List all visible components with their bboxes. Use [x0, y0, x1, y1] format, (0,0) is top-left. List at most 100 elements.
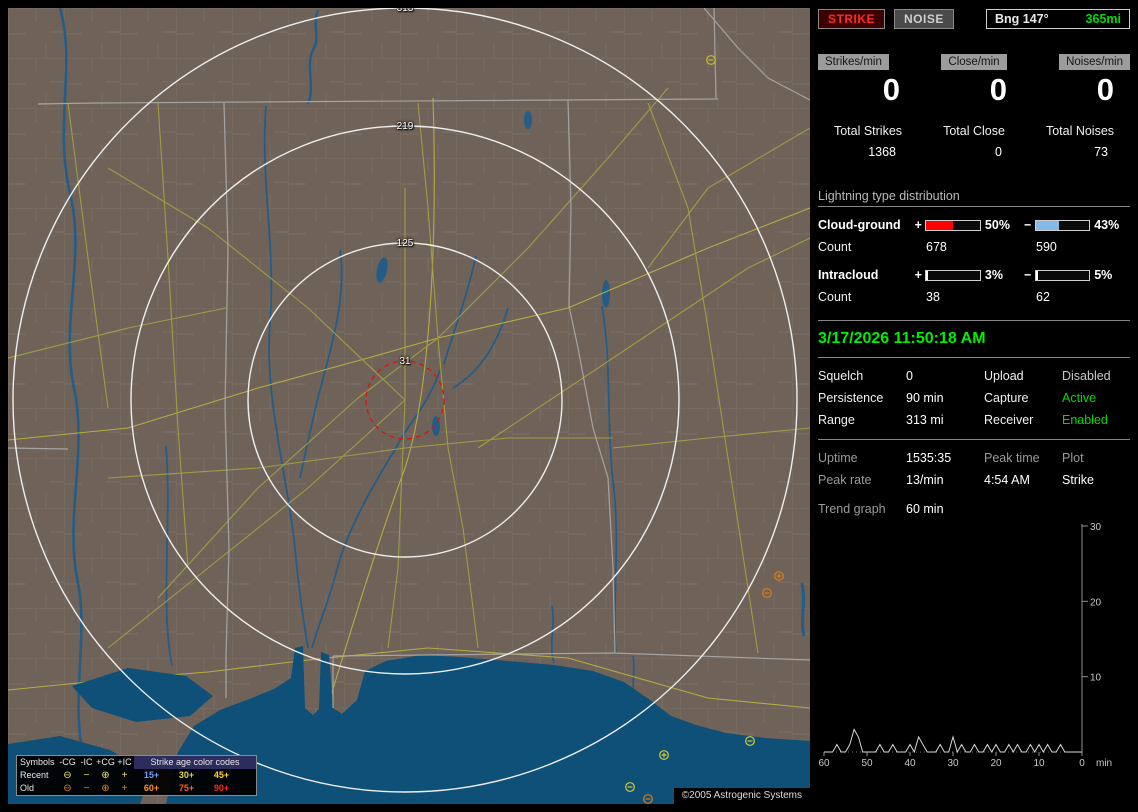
trend-graph: 60 50 40 30 20 10 0 min 30 20 10 [818, 522, 1112, 769]
upload-label: Upload [984, 369, 1024, 383]
age-code-15: 15+ [143, 770, 160, 780]
circle-plus-icon: ⊕ [101, 783, 110, 794]
peak-time-value: 4:54 AM [984, 473, 1030, 487]
x-tick-30: 30 [947, 758, 959, 769]
x-tick-60: 60 [818, 758, 830, 769]
uptime-label: Uptime [818, 451, 858, 465]
uptime-grid: Uptime 1535:35 Peak time Plot Peak rate … [818, 451, 1130, 487]
y-tick-30: 30 [1090, 522, 1102, 533]
copyright-text: ©2005 Astrogenic Systems [673, 788, 810, 804]
divider [818, 439, 1130, 440]
distribution-title: Lightning type distribution [818, 189, 1130, 207]
plus-sign: + [914, 268, 922, 282]
divider [818, 320, 1130, 321]
close-per-min-value: 0 [989, 72, 1007, 107]
total-strikes-value: 1368 [868, 145, 896, 159]
peak-rate-value: 13/min [906, 473, 944, 487]
strikes-per-min-button[interactable]: Strikes/min [818, 54, 889, 70]
plus-icon: + [121, 783, 128, 794]
x-tick-40: 40 [904, 758, 916, 769]
legend-col-ic-plus: +IC [117, 757, 132, 767]
range-label: Range [818, 413, 855, 427]
total-close-label: Total Close [943, 124, 1005, 138]
map-legend: Symbols -CG -IC +CG +IC Strike age color… [16, 755, 257, 796]
capture-status: Active [1062, 391, 1097, 405]
totals-row: Total Strikes 1368 Total Close 0 Total N… [818, 124, 1130, 159]
trend-graph-label: Trend graph [818, 502, 886, 516]
trend-graph-header: Trend graph 60 min [818, 502, 1130, 516]
minus-sign: − [1023, 268, 1032, 282]
peak-time-label: Peak time [984, 451, 1040, 465]
age-code-30: 30+ [178, 770, 195, 780]
total-strikes-label: Total Strikes [833, 124, 903, 138]
strikes-per-min-value: 0 [882, 72, 900, 107]
ring-label-31: 31 [399, 356, 411, 367]
legend-age-header: Strike age color codes [134, 756, 256, 769]
legend-col-ic-minus: -IC [80, 757, 93, 767]
bearing-value: Bng 147° [995, 12, 1049, 26]
total-close-value: 0 [995, 145, 1002, 159]
plus-sign: + [914, 218, 922, 232]
plot-label: Plot [1062, 451, 1084, 465]
cloud-ground-minus-pct: 43% [1094, 218, 1120, 232]
bearing-readout: Bng 147° 365mi [986, 9, 1130, 29]
persistence-label: Persistence [818, 391, 884, 405]
persistence-value: 90 min [906, 391, 944, 405]
age-code-60: 60+ [143, 783, 160, 793]
age-code-45: 45+ [213, 770, 230, 780]
strike-toggle-button[interactable]: STRIKE [818, 9, 886, 29]
receiver-label: Receiver [984, 413, 1034, 427]
cloud-ground-count-row: Count 678 590 [818, 240, 1130, 254]
cloud-ground-minus-bar [1034, 219, 1091, 231]
cloud-ground-plus-bar [925, 219, 981, 231]
noise-toggle-button[interactable]: NOISE [894, 9, 954, 29]
per-minute-counters: Strikes/min 0 Close/min 0 Noises/min 0 [818, 54, 1130, 108]
minus-icon: − [83, 770, 90, 781]
cloud-ground-minus-count: 590 [1036, 240, 1057, 254]
intracloud-row: Intracloud + 3% − 5% [818, 268, 1130, 282]
y-tick-10: 10 [1090, 673, 1102, 684]
capture-label: Capture [984, 391, 1029, 405]
x-tick-20: 20 [990, 758, 1002, 769]
circle-plus-icon: ⊕ [101, 770, 110, 781]
cloud-ground-plus-pct: 50% [984, 218, 1010, 232]
close-per-min-button[interactable]: Close/min [941, 54, 1007, 70]
status-panel: STRIKE NOISE Bng 147° 365mi Strikes/min … [818, 0, 1130, 812]
peak-rate-label: Peak rate [818, 473, 872, 487]
plus-icon: + [121, 770, 128, 781]
total-noises-label: Total Noises [1045, 124, 1115, 138]
trend-trace [824, 728, 1082, 754]
uptime-value: 1535:35 [906, 451, 952, 465]
intracloud-plus-count: 38 [926, 290, 940, 304]
legend-recent-label: Recent [20, 770, 49, 780]
circle-minus-icon: ⊖ [63, 770, 72, 781]
intracloud-minus-bar [1034, 269, 1091, 281]
legend-symbols-header: Symbols [20, 757, 55, 767]
age-code-90: 90+ [213, 783, 230, 793]
ring-label-219: 219 [396, 121, 414, 132]
minus-icon: − [83, 783, 90, 794]
ring-label-125: 125 [396, 238, 414, 249]
intracloud-plus-pct: 3% [984, 268, 1003, 282]
legend-col-cg-plus: +CG [96, 757, 115, 767]
panel-toolbar: STRIKE NOISE Bng 147° 365mi [818, 8, 1130, 30]
intracloud-count-row: Count 38 62 [818, 290, 1130, 304]
lightning-map[interactable]: 313 219 125 31 Symbols -CG -IC +CG +IC S… [8, 8, 810, 804]
minus-sign: − [1023, 218, 1032, 232]
x-axis-unit: min [1096, 758, 1112, 769]
legend-old-label: Old [20, 783, 35, 793]
settings-grid: Squelch 0 Upload Disabled Persistence 90… [818, 369, 1130, 427]
bearing-range: 365mi [1085, 12, 1121, 26]
intracloud-label: Intracloud [818, 268, 879, 282]
receiver-status: Enabled [1062, 413, 1108, 427]
divider [818, 357, 1130, 358]
legend-col-cg-minus: -CG [59, 757, 76, 767]
cloud-ground-plus-count: 678 [926, 240, 947, 254]
trend-window-value: 60 min [906, 502, 944, 516]
noises-per-min-value: 0 [1096, 72, 1114, 107]
squelch-value: 0 [906, 369, 913, 383]
intracloud-minus-pct: 5% [1094, 268, 1113, 282]
noises-per-min-button[interactable]: Noises/min [1059, 54, 1130, 70]
ring-label-313: 313 [396, 8, 414, 14]
intracloud-plus-bar [925, 269, 981, 281]
